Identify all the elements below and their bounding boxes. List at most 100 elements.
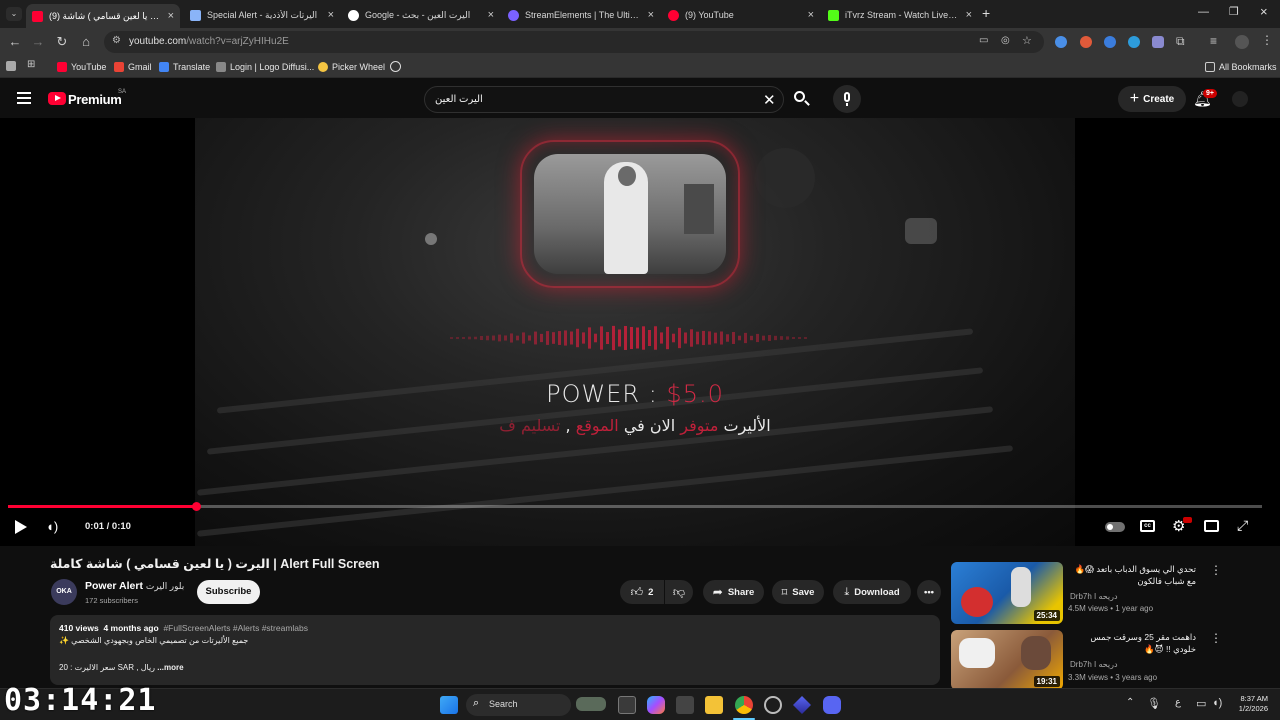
youtube-favicon-icon [668, 9, 679, 21]
store-icon[interactable] [676, 696, 694, 714]
waveform-bar [648, 329, 651, 347]
recommendation-channel[interactable]: Drb7h I دريحه [1070, 592, 1118, 601]
like-button[interactable]: 👍︎ 2 [620, 580, 664, 604]
language-indicator[interactable]: ع [1175, 697, 1181, 708]
volume-icon[interactable]: ◖) [46, 519, 58, 534]
address-bar[interactable]: ⚙ youtube.com/watch?v=arjZyHIHu2E ▭ ◎ ☆ [104, 31, 1044, 53]
close-tab-icon[interactable]: × [808, 9, 814, 21]
tab-youtube-alert[interactable]: (9) اليرت ( يا لعين قسامي ) شاشة × [26, 4, 180, 28]
more-actions-button[interactable]: ••• [917, 580, 941, 604]
bookmark-translate[interactable]: Translate [159, 60, 210, 74]
bookmark-login[interactable]: Login | Logo Diffusi... [216, 60, 314, 74]
extensions-puzzle-icon[interactable]: ⧉ [1176, 34, 1185, 49]
share-button[interactable]: ➦ Share [703, 580, 764, 604]
recommendation-title[interactable]: تحدي الي يسوق الدباب باتعد 😱🔥 مع شباب فا… [1066, 563, 1196, 587]
microphone-icon[interactable]: 🎙︎ [1147, 697, 1161, 710]
reload-icon[interactable]: ↻ [53, 33, 71, 51]
task-view-icon[interactable] [618, 696, 636, 714]
chrome-menu-icon[interactable]: ⋮ [1261, 33, 1273, 47]
description-hashtags[interactable]: #FullScreenAlerts #Alerts #streamlabs [163, 623, 308, 633]
taskbar-search[interactable]: ⌕ Search [466, 694, 606, 716]
autoplay-toggle[interactable] [1105, 522, 1125, 532]
voice-search-mic-icon[interactable] [833, 85, 861, 113]
globe-icon[interactable] [390, 61, 401, 72]
subtitles-cc-icon[interactable]: cc [1140, 520, 1155, 532]
recommendation-menu-icon[interactable]: ⋮ [1210, 563, 1222, 577]
more-link[interactable]: ...more [157, 663, 183, 672]
close-tab-icon[interactable]: × [168, 10, 174, 22]
tray-chevron-icon[interactable]: ⌃ [1126, 697, 1134, 708]
hamburger-menu-icon[interactable] [17, 92, 31, 104]
obs-icon[interactable] [764, 696, 782, 714]
bookmark-youtube[interactable]: YouTube [57, 60, 106, 74]
maximize-button[interactable]: ❐ [1229, 5, 1239, 18]
channel-name[interactable]: Power Alert بلور اليرت [85, 580, 184, 592]
description-box[interactable]: 410 views 4 months ago #FullScreenAlerts… [50, 615, 940, 685]
extension-icon[interactable] [1080, 36, 1092, 48]
chrome-icon[interactable] [735, 696, 753, 714]
close-window-button[interactable]: × [1260, 4, 1268, 19]
recommendation-thumbnail[interactable]: 25:34 [951, 562, 1063, 624]
tab-google-search[interactable]: Google - اليرت العين - بحث × [342, 4, 500, 26]
windows-start-icon[interactable] [440, 696, 458, 714]
profile-avatar[interactable] [1235, 35, 1249, 49]
bookmark-star-icon[interactable]: ☆ [1022, 34, 1032, 47]
discord-icon[interactable] [823, 696, 841, 714]
save-button[interactable]: ⌑ Save [772, 580, 824, 604]
bookmark-picker-wheel[interactable]: Picker Wheel [318, 60, 385, 74]
search-icon[interactable] [790, 88, 812, 110]
speaker-icon[interactable]: ◖) [1212, 697, 1222, 709]
bookmark-gmail[interactable]: Gmail [114, 60, 152, 74]
account-avatar[interactable] [1232, 91, 1248, 107]
extension-icon[interactable] [1104, 36, 1116, 48]
back-arrow-icon[interactable]: ← [6, 33, 24, 51]
extension-icon[interactable] [1152, 36, 1164, 48]
play-icon[interactable] [15, 520, 27, 534]
close-tab-icon[interactable]: × [328, 9, 334, 21]
close-tab-icon[interactable]: × [966, 9, 972, 21]
recommendation-menu-icon[interactable]: ⋮ [1210, 631, 1222, 645]
system-clock[interactable]: 8:37 AM 1/2/2026 [1230, 694, 1268, 714]
tab-special-alert[interactable]: Special Alert - اليرتات الأذدية × [184, 4, 340, 26]
network-icon[interactable]: ▭ [1196, 697, 1206, 710]
close-tab-icon[interactable]: × [488, 9, 494, 21]
recommendation-channel[interactable]: Drb7h I دريحه [1070, 660, 1118, 669]
tab-youtube[interactable]: (9) YouTube × [662, 4, 820, 26]
cast-icon[interactable]: ▭ [979, 35, 988, 46]
eye-off-icon[interactable]: ◎ [1001, 35, 1010, 46]
youtube-logo-icon[interactable] [48, 92, 66, 105]
reading-list-icon[interactable]: ≡ [1210, 34, 1217, 48]
new-tab-button[interactable]: + [982, 5, 990, 21]
dislike-button[interactable]: 👎︎ [665, 580, 693, 604]
search-input[interactable]: اليرت العين ✕ [424, 86, 784, 113]
clear-search-icon[interactable]: ✕ [763, 91, 776, 109]
extension-icon[interactable] [1055, 36, 1067, 48]
file-explorer-icon[interactable] [705, 696, 723, 714]
extension-icon[interactable] [1128, 36, 1140, 48]
tab-kick-stream[interactable]: iTvrz Stream - Watch Live on Ki × [822, 4, 978, 26]
progress-track[interactable] [8, 502, 1262, 511]
copilot-icon[interactable] [647, 696, 665, 714]
miniplayer-icon[interactable] [1204, 520, 1219, 532]
tab-square-icon[interactable] [6, 61, 16, 71]
all-bookmarks-button[interactable]: All Bookmarks [1205, 60, 1277, 74]
search-highlight-icon [576, 697, 606, 711]
download-button[interactable]: ⤓ Download [833, 580, 911, 604]
close-tab-icon[interactable]: × [648, 9, 654, 21]
waveform-bar [450, 337, 453, 339]
recommendation-title[interactable]: داهمت مقر 25 وسرقت جمس خلودي !! 😈🔥 [1066, 631, 1196, 655]
channel-avatar[interactable]: OKA [51, 579, 77, 605]
minimize-button[interactable]: — [1198, 6, 1209, 18]
apps-grid-icon[interactable]: ⊞ [27, 59, 35, 70]
app-icon[interactable] [793, 696, 811, 714]
tab-streamelements[interactable]: StreamElements | The Ultimate × [502, 4, 660, 26]
tab-search-button[interactable]: ⌄ [6, 7, 22, 21]
recommendation-thumbnail[interactable]: 19:31 [951, 630, 1063, 690]
create-button[interactable]: + Create [1118, 86, 1186, 112]
video-player[interactable]: POWER : $5.0 الأليرت متوفر الان في الموق… [0, 118, 1280, 546]
home-icon[interactable]: ⌂ [77, 33, 95, 51]
subscribe-button[interactable]: Subscribe [197, 580, 260, 604]
forward-arrow-icon[interactable]: → [29, 33, 47, 51]
site-info-icon[interactable]: ⚙ [112, 35, 121, 46]
fullscreen-icon[interactable]: ⤢ [1237, 517, 1248, 534]
